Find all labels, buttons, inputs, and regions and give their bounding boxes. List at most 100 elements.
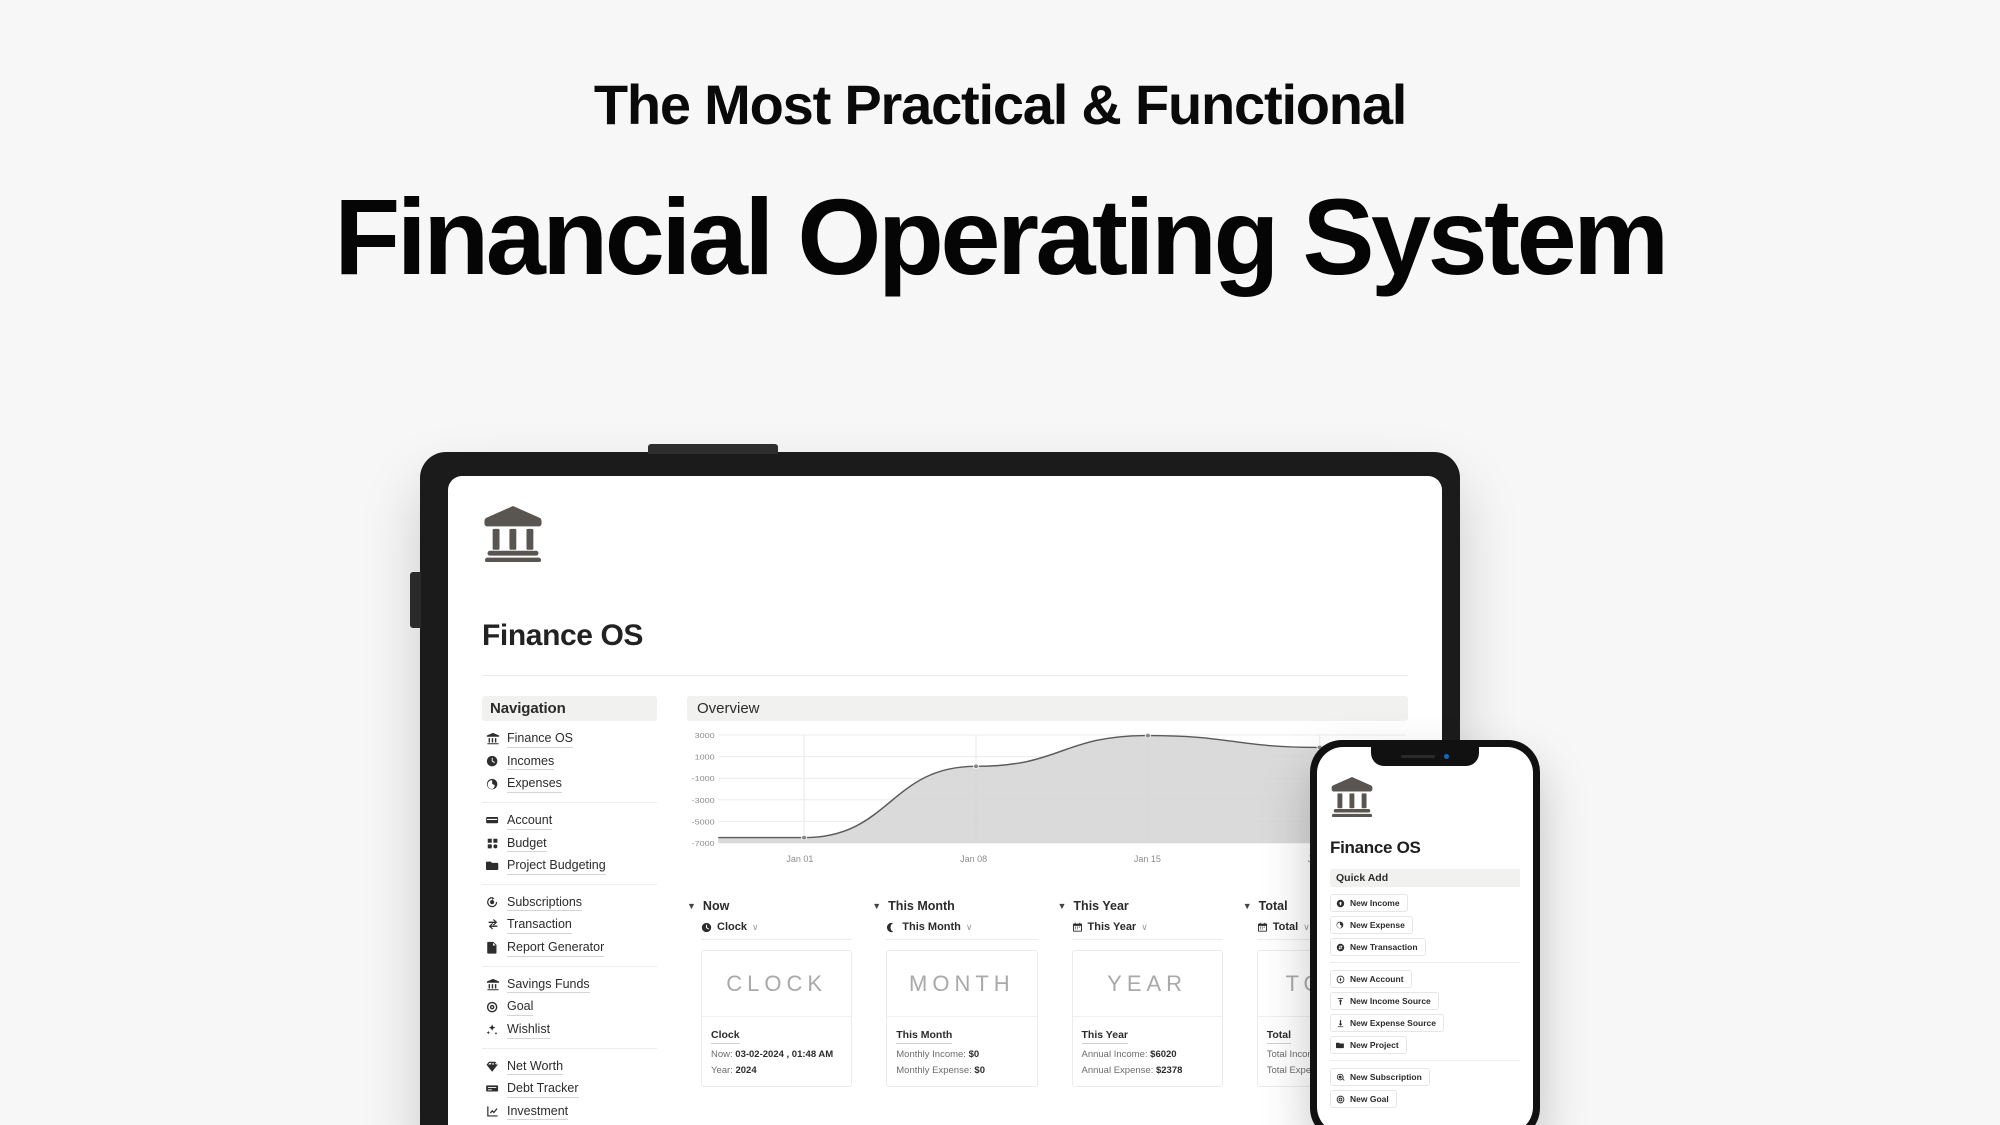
card-stat-value: 03-02-2024 , 01:48 AM (735, 1048, 834, 1060)
quick-add-new-expense-button[interactable]: New Expense (1330, 916, 1413, 934)
quick-add-group: New Account New Income Source New Expense … (1330, 962, 1520, 1060)
sidebar-item-label: Investment (507, 1104, 569, 1121)
widget-card[interactable]: YEAR This Year Annual Income: $6020 Annual … (1071, 950, 1223, 1087)
widget-view-selector[interactable]: This Month ∨ (886, 921, 1038, 940)
sparkle-icon (486, 1023, 500, 1037)
chart-x-tick-label: Jan 08 (960, 854, 988, 864)
sidebar-item-project-budgeting[interactable]: Project Budgeting (482, 855, 657, 878)
widget-view-label: Total (1272, 921, 1299, 933)
speaker-icon (1401, 755, 1435, 758)
card-banner-text: MONTH (887, 951, 1037, 1017)
quick-add-new-subscription-button[interactable]: New Subscription (1330, 1068, 1430, 1086)
quick-add-new-project-button[interactable]: New Project (1330, 1036, 1407, 1054)
arrow-down-icon (1337, 1019, 1344, 1027)
report-icon (486, 941, 500, 955)
sidebar-item-transaction[interactable]: Transaction (482, 914, 657, 937)
sidebar-item-net-worth[interactable]: Net Worth (482, 1056, 657, 1079)
quick-add-row: New Expense Source (1330, 1012, 1520, 1034)
card-body: This Month Monthly Income: $0 Monthly Expe… (887, 1017, 1036, 1086)
sidebar-item-investment[interactable]: Investment (482, 1101, 657, 1124)
sidebar-item-incomes[interactable]: Incomes (482, 751, 657, 774)
chevron-down-icon[interactable]: ∨ (966, 922, 973, 933)
sidebar-item-account[interactable]: Account (482, 810, 657, 833)
transfer-icon (488, 918, 498, 930)
sidebar-item-goal[interactable]: Goal (482, 996, 657, 1019)
caret-down-icon[interactable]: ▼ (1243, 901, 1252, 911)
clock-icon (701, 922, 712, 932)
calendar-icon (1072, 922, 1082, 932)
quick-add-label: New Subscription (1350, 1072, 1422, 1082)
refresh-circle-icon (487, 897, 498, 908)
phone-notch (1371, 747, 1479, 766)
chevron-down-icon[interactable]: ∨ (1141, 922, 1148, 933)
chevron-down-icon[interactable]: ∨ (1303, 922, 1310, 933)
expense-clock-icon (486, 778, 500, 792)
tablet-camera-bar (648, 444, 778, 454)
card-stat-value: $0 (968, 1048, 980, 1060)
quick-add-label: New Expense Source (1350, 1018, 1436, 1028)
quick-add-new-income-button[interactable]: New Income (1330, 894, 1408, 912)
widget-view-label: This Year (1087, 921, 1137, 933)
widget-card[interactable]: CLOCK Clock Now: 03-02-2024 , 01:48 AM Year… (701, 950, 853, 1087)
quick-add-new-income-source-button[interactable]: New Income Source (1330, 992, 1439, 1010)
sidebar-item-report-generator[interactable]: Report Generator (482, 937, 657, 960)
widget-view-selector[interactable]: This Year ∨ (1071, 921, 1223, 940)
chart-up-icon (486, 1105, 500, 1119)
title-divider (482, 675, 1408, 676)
sidebar-item-wishlist[interactable]: Wishlist (482, 1019, 657, 1042)
caret-down-icon[interactable]: ▼ (687, 901, 696, 911)
chart-y-tick-label: -1000 (692, 774, 715, 783)
widget-toggle-label: Total (1258, 899, 1288, 913)
account-icon (1336, 975, 1345, 983)
tablet-side-button[interactable] (410, 572, 421, 628)
transaction-icon (1336, 943, 1345, 951)
widget-toggle[interactable]: ▼ This Year (1058, 899, 1223, 913)
card-title[interactable]: Total (1266, 1029, 1292, 1044)
target-icon (486, 1001, 498, 1012)
income-arrow-icon (1336, 899, 1345, 907)
sidebar-item-finance-os[interactable]: Finance OS (482, 728, 657, 751)
sidebar-item-label: Account (507, 813, 553, 830)
card-stat-label: Now: (711, 1048, 733, 1060)
tablet-device: Finance OS Navigation Finance OS Incomes E… (410, 444, 1460, 1125)
caret-down-icon[interactable]: ▼ (1058, 901, 1067, 911)
quick-add-new-goal-button[interactable]: New Goal (1330, 1090, 1397, 1108)
savings-bank-icon (486, 978, 500, 992)
page-title: Financial Operating System (334, 175, 1669, 297)
quick-add-row: New Account (1330, 968, 1520, 990)
sidebar-item-budget[interactable]: Budget (482, 833, 657, 856)
calendar-icon (1257, 922, 1267, 932)
quick-add-new-account-button[interactable]: New Account (1330, 970, 1412, 988)
quick-add-row: New Transaction (1330, 936, 1520, 958)
quick-add-label: New Goal (1350, 1094, 1389, 1104)
card-title[interactable]: Clock (711, 1029, 740, 1044)
expense-clock-icon (1336, 921, 1344, 928)
income-clock-icon (486, 755, 498, 767)
sidebar-item-debt-tracker[interactable]: Debt Tracker (482, 1078, 657, 1101)
widget-card[interactable]: MONTH This Month Monthly Income: $0 Monthly… (886, 950, 1038, 1087)
sidebar-item-label: Finance OS (507, 731, 574, 748)
widget-toggle[interactable]: ▼ This Month (872, 899, 1037, 913)
card-title[interactable]: This Year (1081, 1029, 1129, 1044)
diamond-icon (486, 1060, 500, 1074)
card-banner-text: YEAR (1072, 951, 1222, 1017)
card-stat-line: Monthly Expense: $0 (896, 1065, 1027, 1076)
report-icon (487, 942, 497, 954)
goal-icon (1336, 1095, 1345, 1103)
chart-x-tick-label: Jan 15 (1133, 854, 1161, 864)
folder-icon (1336, 1042, 1344, 1048)
quick-add-new-transaction-button[interactable]: New Transaction (1330, 938, 1426, 956)
sidebar-item-subscriptions[interactable]: Subscriptions (482, 892, 657, 915)
caret-down-icon[interactable]: ▼ (872, 901, 881, 911)
widget-view-selector[interactable]: Clock ∨ (701, 921, 853, 940)
phone-page: Finance OS Quick Add New Income New Expen… (1317, 747, 1533, 1114)
chevron-down-icon[interactable]: ∨ (752, 922, 759, 933)
sidebar-item-expenses[interactable]: Expenses (482, 773, 657, 796)
sidebar-item-savings-funds[interactable]: Savings Funds (482, 974, 657, 997)
card-title[interactable]: This Month (896, 1029, 953, 1044)
widget-toggle[interactable]: ▼ Now (687, 899, 852, 913)
diamond-icon (486, 1061, 498, 1072)
quick-add-new-expense-source-button[interactable]: New Expense Source (1330, 1014, 1444, 1032)
navigation-list: Finance OS Incomes Expenses Account Budget Pr… (482, 721, 657, 1125)
bank-icon (484, 506, 542, 563)
